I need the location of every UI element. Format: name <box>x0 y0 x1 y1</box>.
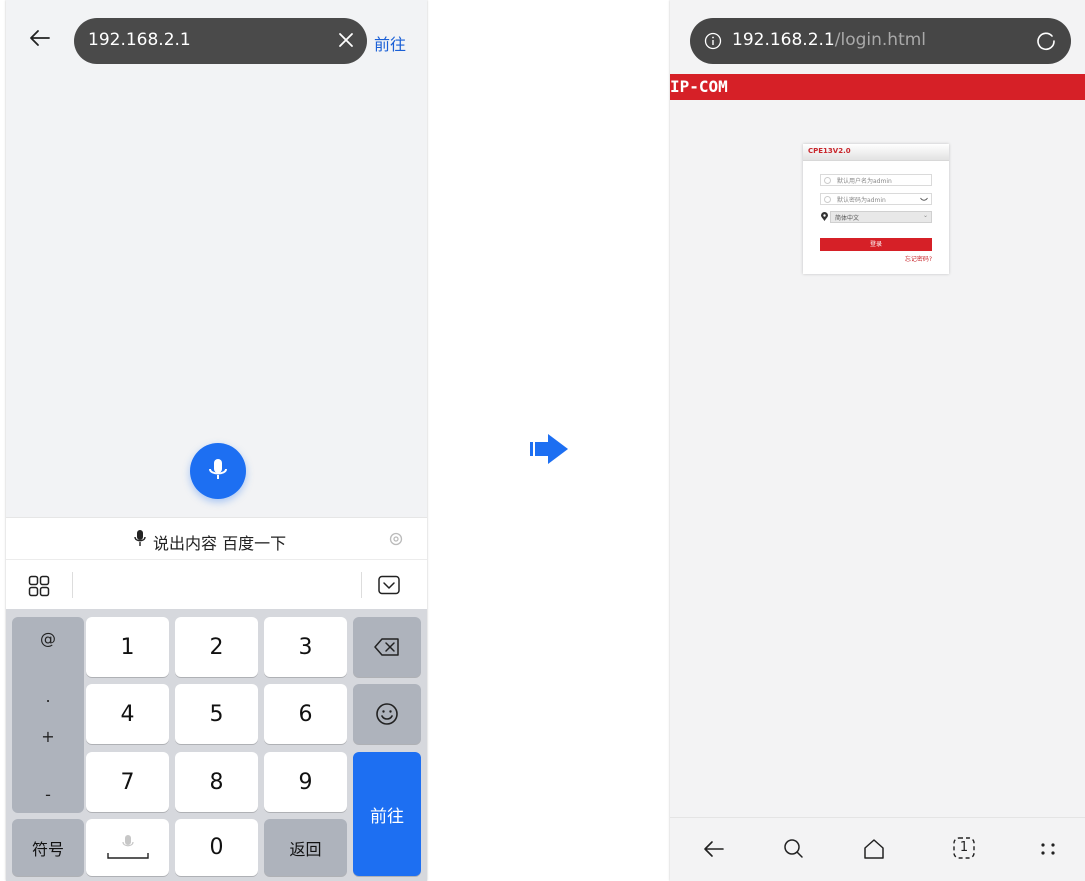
go-key[interactable]: 前往 <box>353 752 421 876</box>
info-icon[interactable] <box>704 32 722 50</box>
left-phone-screen: 192.168.2.1 前往 说出内容 百度一下 @ . + - 1 2 3 4… <box>6 0 427 881</box>
language-select[interactable]: 简体中文 ⌄ <box>830 211 932 223</box>
address-input-text: 192.168.2.1 <box>88 30 191 50</box>
backspace-icon <box>374 638 399 656</box>
hide-keyboard-icon[interactable] <box>378 575 400 595</box>
key-dot[interactable]: . <box>12 687 84 706</box>
home-icon[interactable] <box>862 837 886 861</box>
key-9[interactable]: 9 <box>264 752 347 812</box>
address-field[interactable]: 192.168.2.1/login.html <box>690 18 1071 64</box>
key-at[interactable]: @ <box>12 629 84 648</box>
microphone-icon <box>134 530 146 546</box>
numeric-keyboard: @ . + - 1 2 3 4 5 6 7 8 9 前往 符号 0 返回 <box>6 609 427 881</box>
username-placeholder: 默认用户名为admin <box>837 178 892 185</box>
browser-bottom-nav: 1 <box>670 817 1085 881</box>
keyboard-menu-grid-icon[interactable] <box>28 575 50 597</box>
tab-count: 1 <box>959 840 969 855</box>
key-6[interactable]: 6 <box>264 684 347 744</box>
voice-suggestion-strip[interactable]: 说出内容 百度一下 <box>6 517 427 559</box>
router-brand-bar: IP-COM <box>670 74 1085 100</box>
clear-icon[interactable] <box>337 31 355 49</box>
key-5[interactable]: 5 <box>175 684 258 744</box>
back-arrow-icon[interactable] <box>702 837 726 861</box>
password-placeholder: 默认密码为admin <box>837 197 886 204</box>
tabs-button[interactable]: 1 <box>952 836 976 860</box>
return-key[interactable]: 返回 <box>264 819 347 876</box>
location-pin-icon <box>821 212 828 221</box>
key-plus[interactable]: + <box>12 727 84 746</box>
login-card: CPE13V2.0 默认用户名为admin 默认密码为admin 简体中文 ⌄ … <box>803 144 949 274</box>
toolbar-divider <box>361 572 362 598</box>
username-field[interactable]: 默认用户名为admin <box>820 174 932 186</box>
url-host: 192.168.2.1 <box>732 30 835 50</box>
chevron-down-icon: ⌄ <box>922 212 928 219</box>
keyboard-toolbar <box>6 559 427 609</box>
key-0[interactable]: 0 <box>175 819 258 876</box>
more-dots-icon[interactable] <box>1036 837 1060 861</box>
key-4[interactable]: 4 <box>86 684 169 744</box>
login-button[interactable]: 登录 <box>820 238 932 251</box>
user-icon <box>824 177 831 184</box>
back-arrow-icon[interactable] <box>28 26 52 50</box>
address-input[interactable]: 192.168.2.1 <box>74 18 367 64</box>
voice-input-button[interactable] <box>190 443 246 499</box>
forgot-password-link[interactable]: 忘记密码? <box>905 254 932 263</box>
gear-icon[interactable] <box>388 531 404 547</box>
eye-icon[interactable] <box>920 197 928 202</box>
brand-logo: IP-COM <box>670 77 728 96</box>
microphone-icon <box>209 459 227 479</box>
search-icon[interactable] <box>782 837 806 861</box>
browser-address-bar: 192.168.2.1/login.html <box>670 0 1085 72</box>
reload-icon[interactable] <box>1035 30 1057 52</box>
symbol-column: @ . + - <box>12 617 84 813</box>
key-8[interactable]: 8 <box>175 752 258 812</box>
right-arrow-icon <box>530 434 568 464</box>
emoji-icon <box>376 703 398 725</box>
emoji-key[interactable] <box>353 684 421 744</box>
key-3[interactable]: 3 <box>264 617 347 677</box>
space-voice-key[interactable] <box>86 819 169 876</box>
url-path: /login.html <box>834 30 927 50</box>
lock-icon <box>824 196 831 203</box>
go-button[interactable]: 前往 <box>374 31 406 55</box>
voice-prompt-text: 说出内容 百度一下 <box>153 534 287 553</box>
key-minus[interactable]: - <box>12 785 84 804</box>
key-1[interactable]: 1 <box>86 617 169 677</box>
key-7[interactable]: 7 <box>86 752 169 812</box>
backspace-key[interactable] <box>353 617 421 677</box>
microphone-space-icon <box>106 834 149 859</box>
browser-address-bar: 192.168.2.1 前往 <box>6 0 427 72</box>
right-phone-screen: 192.168.2.1/login.html IP-COM CPE13V2.0 … <box>670 0 1085 881</box>
password-field[interactable]: 默认密码为admin <box>820 193 932 205</box>
card-title: CPE13V2.0 <box>808 147 851 155</box>
toolbar-divider <box>72 572 73 598</box>
key-2[interactable]: 2 <box>175 617 258 677</box>
url-text: 192.168.2.1/login.html <box>732 30 926 50</box>
symbol-key[interactable]: 符号 <box>12 819 84 876</box>
language-value: 简体中文 <box>835 215 860 222</box>
